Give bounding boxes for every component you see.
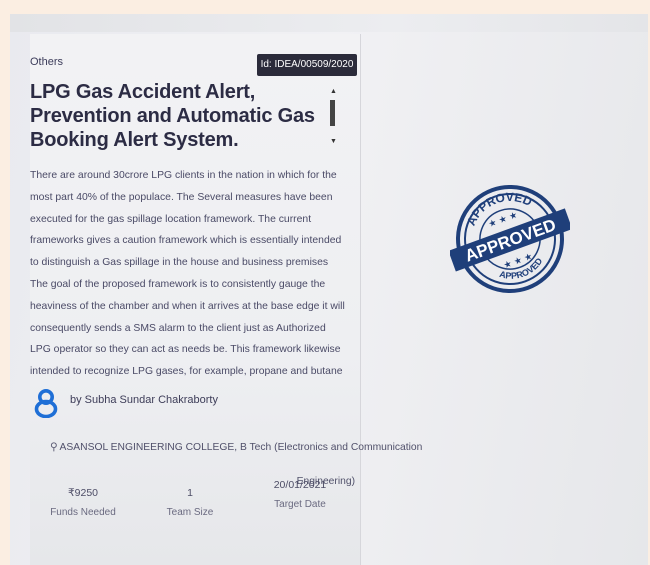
author-name[interactable]: by Subha Sundar Chakraborty: [70, 394, 218, 406]
stat-funds: ₹9250 Funds Needed: [38, 487, 128, 518]
funds-label: Funds Needed: [50, 507, 116, 518]
stat-target-date: 20/01/2021 Target Date: [255, 479, 345, 510]
scroll-up-icon[interactable]: ▲: [330, 88, 337, 95]
idea-title[interactable]: LPG Gas Accident Alert, Prevention and A…: [30, 80, 330, 152]
funds-value: ₹9250: [67, 487, 99, 499]
idea-id-badge: Id: IDEA/00509/2020: [257, 54, 357, 76]
target-date-label: Target Date: [274, 499, 326, 510]
user-icon: [34, 389, 58, 418]
team-size-value: 1: [187, 487, 193, 499]
category-label[interactable]: Others: [30, 56, 63, 68]
stat-team-size: 1 Team Size: [150, 487, 230, 518]
scroll-thumb[interactable]: [330, 100, 335, 126]
team-size-label: Team Size: [166, 507, 214, 518]
college-line-1: ASANSOL ENGINEERING COLLEGE, B Tech (Ele…: [59, 442, 423, 453]
approved-stamp-icon: APPROVED APPROVED ★ ★ ★ ★ ★ ★ APPROVED: [450, 180, 570, 293]
idea-description: There are around 30crore LPG clients in …: [30, 170, 345, 378]
scrollbar[interactable]: ▲ ▼: [328, 88, 338, 148]
target-date-value: 20/01/2021: [273, 479, 327, 491]
screen: Others Id: IDEA/00509/2020 LPG Gas Accid…: [10, 14, 648, 565]
location-pin-icon: ⚲: [50, 442, 58, 453]
top-bar: [10, 14, 648, 32]
scroll-down-icon[interactable]: ▼: [330, 138, 337, 145]
